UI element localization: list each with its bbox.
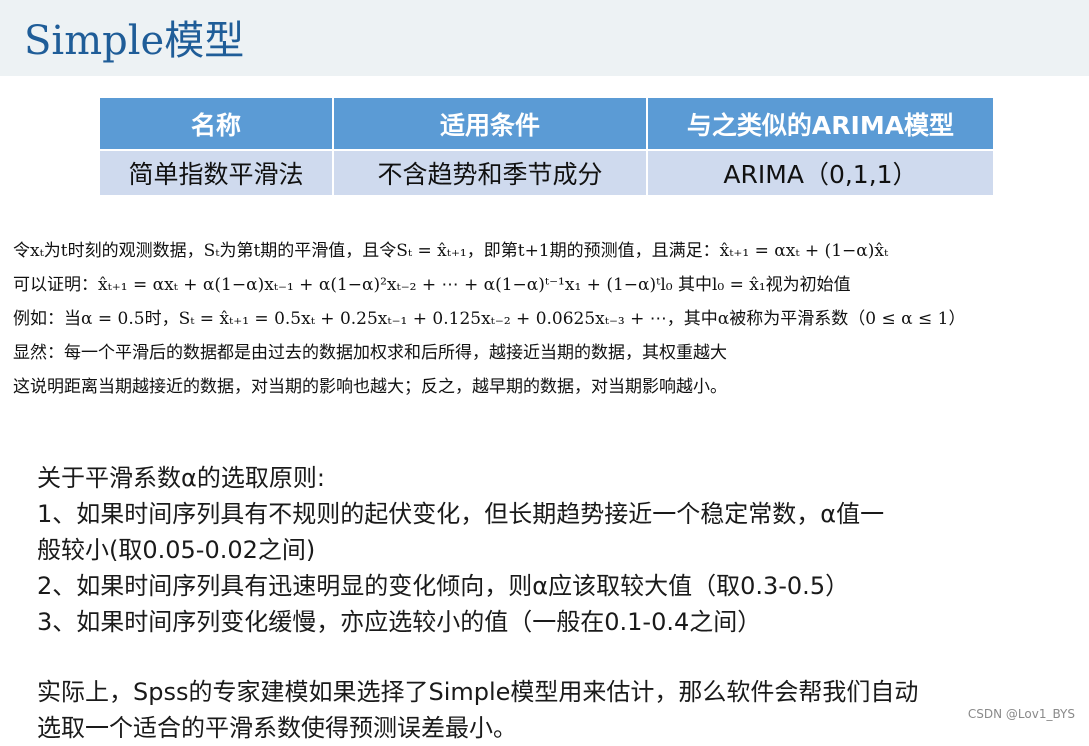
- formula-line-conclusion: 这说明距离当期越接近的数据，对当期的影响也越大；反之，越早期的数据，对当期影响越…: [13, 377, 727, 397]
- formula-block: 令xₜ为t时刻的观测数据，Sₜ为第t期的平滑值，且令Sₜ = x̂ₜ₊₁，即第t…: [13, 234, 1081, 404]
- cell-method: 简单指数平滑法: [100, 150, 334, 197]
- watermark: CSDN @Lov1_BYS: [967, 707, 1075, 721]
- conclusion-line: 选取一个适合的平滑系数使得预测误差最小。: [37, 714, 517, 742]
- model-table: 名称 适用条件 与之类似的ARIMA模型 简单指数平滑法 不含趋势和季节成分 A…: [100, 98, 995, 197]
- rule-line: 1、如果时间序列具有不规则的起伏变化，但长期趋势接近一个稳定常数，α值一: [37, 500, 885, 528]
- cell-arima: ARIMA（0,1,1）: [647, 150, 995, 197]
- formula-line-definition: 令xₜ为t时刻的观测数据，Sₜ为第t期的平滑值，且令Sₜ = x̂ₜ₊₁，即第t…: [13, 241, 889, 261]
- header-name: 名称: [100, 98, 334, 151]
- rule-line: 3、如果时间序列变化缓慢，亦应选较小的值（一般在0.1-0.4之间）: [37, 608, 762, 636]
- conclusion-line: 实际上，Spss的专家建模如果选择了Simple模型用来估计，那么软件会帮我们自…: [37, 678, 919, 706]
- selection-rules: 关于平滑系数α的选取原则: 1、如果时间序列具有不规则的起伏变化，但长期趋势接近…: [37, 460, 1057, 746]
- table-row: 简单指数平滑法 不含趋势和季节成分 ARIMA（0,1,1）: [100, 150, 995, 197]
- title-bar: Simple模型: [0, 0, 1089, 76]
- table-header-row: 名称 适用条件 与之类似的ARIMA模型: [100, 98, 995, 151]
- cell-condition: 不含趋势和季节成分: [333, 150, 648, 197]
- rule-line: 2、如果时间序列具有迅速明显的变化倾向，则α应该取较大值（取0.3-0.5）: [37, 572, 850, 600]
- rule-line: 般较小(取0.05-0.02之间): [37, 536, 316, 564]
- formula-line-proof: 可以证明：x̂ₜ₊₁ = αxₜ + α(1−α)xₜ₋₁ + α(1−α)²x…: [13, 275, 851, 295]
- page-title: Simple模型: [24, 18, 245, 64]
- header-arima: 与之类似的ARIMA模型: [647, 98, 995, 151]
- rules-heading: 关于平滑系数α的选取原则:: [37, 464, 325, 492]
- header-condition: 适用条件: [333, 98, 648, 151]
- formula-line-example: 例如：当α = 0.5时，Sₜ = x̂ₜ₊₁ = 0.5xₜ + 0.25xₜ…: [13, 309, 966, 329]
- formula-line-observation: 显然：每一个平滑后的数据都是由过去的数据加权求和后所得，越接近当期的数据，其权重…: [13, 343, 727, 363]
